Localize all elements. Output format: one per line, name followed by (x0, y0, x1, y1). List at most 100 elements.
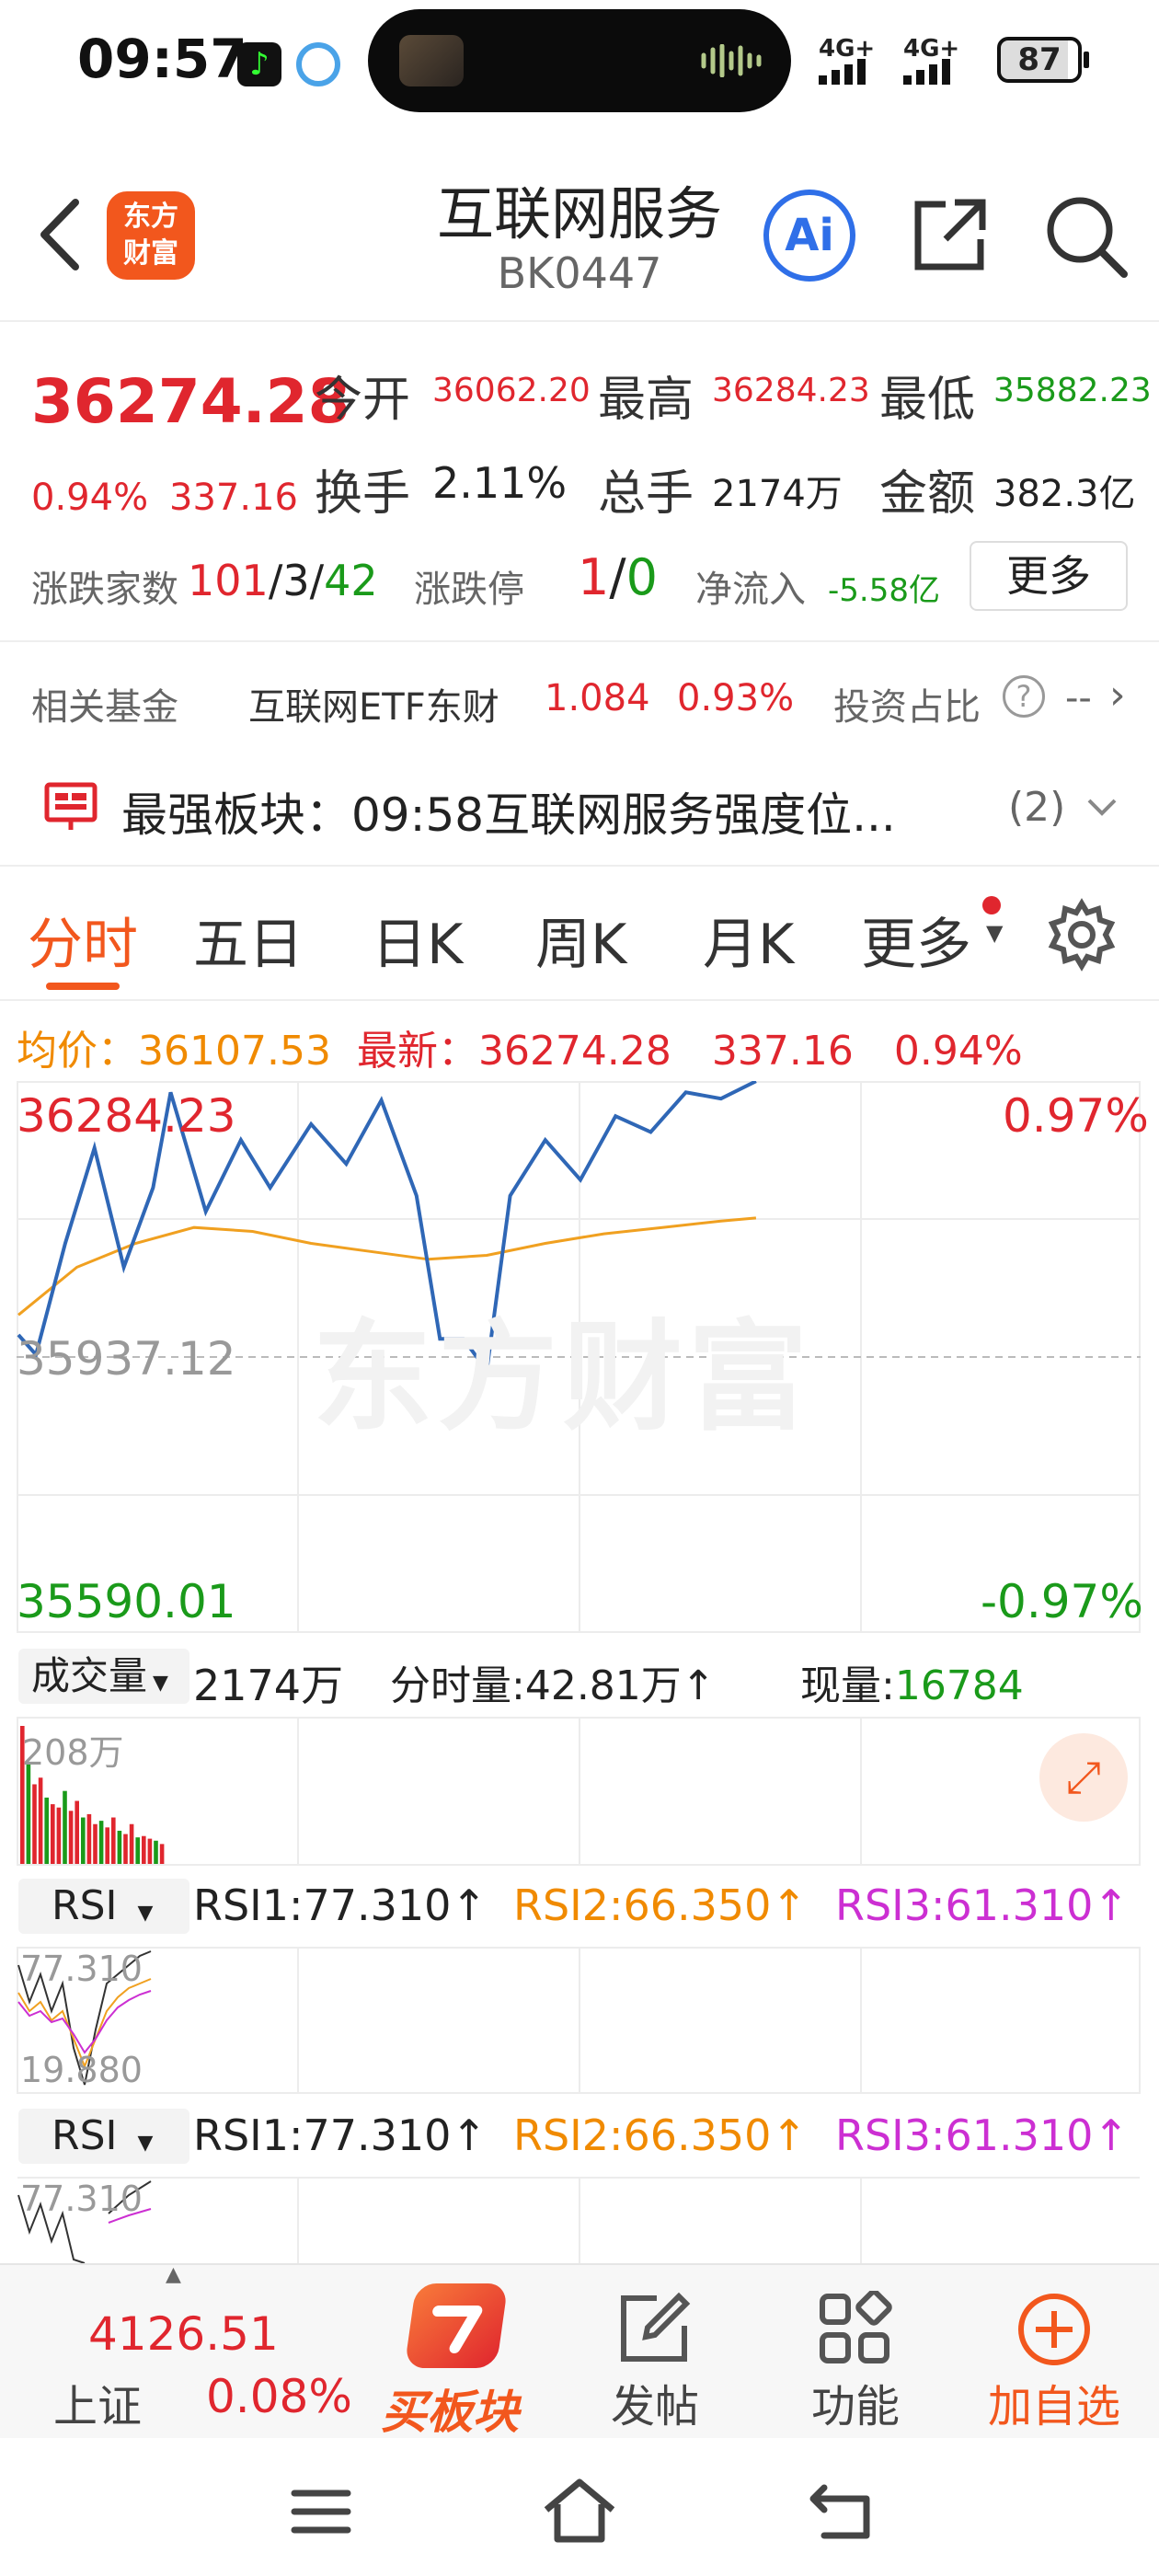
post-label[interactable]: 发帖 (611, 2370, 699, 2434)
netflow-value: -5.58亿 (828, 572, 940, 609)
rsi-chart-1 (17, 1947, 1141, 2094)
tab-daily-k[interactable]: 日K (372, 900, 463, 980)
audio-wave-icon (701, 44, 762, 77)
tab-intraday[interactable]: 分时 (28, 900, 138, 980)
volume-bar (68, 1811, 74, 1864)
expand-icon[interactable]: ⤢ (1039, 1733, 1128, 1822)
banner-count: (2) (1008, 784, 1066, 831)
volume-chart (17, 1717, 1141, 1866)
home-icon[interactable] (541, 2475, 618, 2545)
volume-bar (86, 1813, 92, 1864)
volume-bar (154, 1840, 158, 1864)
battery-level: 87 (1017, 41, 1061, 78)
dropdown-icon: ▼ (137, 1902, 154, 1925)
ai-button[interactable]: Ai (763, 190, 855, 282)
chevron-right-icon[interactable]: › (1109, 672, 1126, 719)
function-label[interactable]: 功能 (811, 2370, 900, 2434)
current-volume-label: 现量: (800, 1662, 895, 1709)
media-thumbnail (399, 35, 464, 86)
index-pct[interactable]: 0.08% (206, 2370, 352, 2423)
volume-bar (147, 1838, 153, 1864)
dropdown-icon: ▼ (137, 2132, 154, 2155)
chevron-down-icon[interactable] (1085, 797, 1119, 819)
tick-volume: 分时量:42.81万↑ (390, 1662, 716, 1709)
tab-five-day[interactable]: 五日 (193, 900, 304, 980)
rsi-chart-2 (17, 2177, 1140, 2263)
axis-top-price: 36284.23 (17, 1089, 236, 1143)
index-value[interactable]: 4126.51 (88, 2307, 279, 2361)
music-app-icon: ♪ (237, 42, 281, 86)
clock: 09:57 (77, 28, 247, 90)
volume-selector[interactable]: 成交量 ▼ (18, 1649, 189, 1704)
avg-value: 36107.53 (138, 1028, 331, 1075)
post-edit-icon[interactable] (614, 2291, 692, 2368)
app-icon (296, 42, 340, 86)
rsi-selector-label: RSI (52, 1882, 118, 1929)
system-nav-bar (0, 2438, 1159, 2576)
volume-bar (105, 1827, 109, 1864)
divider (0, 865, 1159, 867)
volume-bar (135, 1837, 140, 1864)
last-value: 36274.28 (477, 1028, 671, 1075)
divider (0, 999, 1159, 1001)
rsi1-top-label: 77.310 (20, 1949, 143, 1989)
axis-top-pct: 0.97% (1003, 1089, 1149, 1143)
netflow-label: 净流入 (695, 569, 806, 611)
back-nav-icon[interactable] (806, 2478, 879, 2543)
rsi2-value-2: RSI2:66.350↑ (513, 2110, 807, 2160)
volume-max-label: 208万 (22, 1732, 124, 1773)
flat-count: 3 (282, 556, 310, 605)
limit-label: 涨跌停 (414, 569, 524, 611)
volume-bar (111, 1817, 116, 1864)
turnover-label: 换手 (315, 466, 411, 522)
rsi3-value: RSI3:61.310↑ (835, 1880, 1129, 1930)
add-watchlist-label[interactable]: 加自选 (988, 2370, 1120, 2434)
volume-label: 总手 (598, 466, 694, 522)
battery-tip (1084, 52, 1089, 68)
ratio-value: -- (1065, 677, 1092, 719)
change-amount: 337.16 (169, 477, 298, 519)
rsi-selector-2[interactable]: RSI ▼ (18, 2109, 189, 2164)
dropdown-icon: ▼ (153, 1672, 168, 1695)
tab-weekly-k[interactable]: 周K (535, 900, 626, 980)
menu-icon[interactable] (289, 2484, 353, 2539)
open-label: 今开 (315, 373, 411, 428)
tab-more[interactable]: 更多 (861, 900, 971, 980)
rsi-selector-1[interactable]: RSI ▼ (18, 1879, 189, 1934)
rsi-selector-label: RSI (52, 2112, 118, 2159)
tab-monthly-k[interactable]: 月K (703, 900, 794, 980)
buy-label: 买板块 (381, 2386, 519, 2439)
settings-gear-icon[interactable] (1045, 898, 1119, 972)
current-volume: 现量:16784 (800, 1652, 1024, 1711)
axis-mid-price: 35937.12 (17, 1332, 236, 1386)
volume-bar (56, 1807, 62, 1864)
search-icon[interactable] (1039, 190, 1131, 282)
up-count: 101 (188, 556, 269, 605)
buy-sector-button[interactable]: 买板块 (377, 2283, 543, 2439)
volume-bar (129, 1823, 134, 1864)
last-change: 337.16 (711, 1028, 854, 1075)
divider (0, 640, 1159, 642)
current-volume-value: 16784 (894, 1662, 1024, 1709)
rsi1-text: RSI1:77.310 (193, 1880, 452, 1930)
fund-name[interactable]: 互联网ETF东财 (248, 677, 499, 730)
help-icon[interactable]: ? (1003, 675, 1045, 718)
add-watchlist-icon[interactable] (1016, 2291, 1093, 2368)
rsi2-top-label: 77.310 (20, 2179, 143, 2219)
active-tab-indicator (46, 983, 120, 990)
share-icon[interactable] (909, 193, 992, 276)
limit-values: 1/0 (578, 548, 658, 606)
low-value: 35882.23 (993, 372, 1152, 409)
function-grid-icon[interactable] (817, 2291, 894, 2368)
index-caret-icon: ▲ (166, 2263, 181, 2286)
rsi2-text: RSI2:66.350 (513, 2110, 772, 2160)
watermark: 东方财富 (313, 1307, 814, 1447)
index-name[interactable]: 上证 (53, 2370, 142, 2434)
limit-down: 0 (625, 548, 658, 606)
banner-text[interactable]: 最强板块：09:58互联网服务强度位... (121, 778, 896, 845)
volume-bar (51, 1804, 55, 1864)
volume-bar (117, 1830, 122, 1864)
status-bar: 09:57 ♪ 4G+ 4G+ 87 (0, 0, 1159, 129)
more-quote-button[interactable]: 更多 (970, 541, 1128, 611)
volume-selector-label: 成交量 (31, 1653, 148, 1698)
